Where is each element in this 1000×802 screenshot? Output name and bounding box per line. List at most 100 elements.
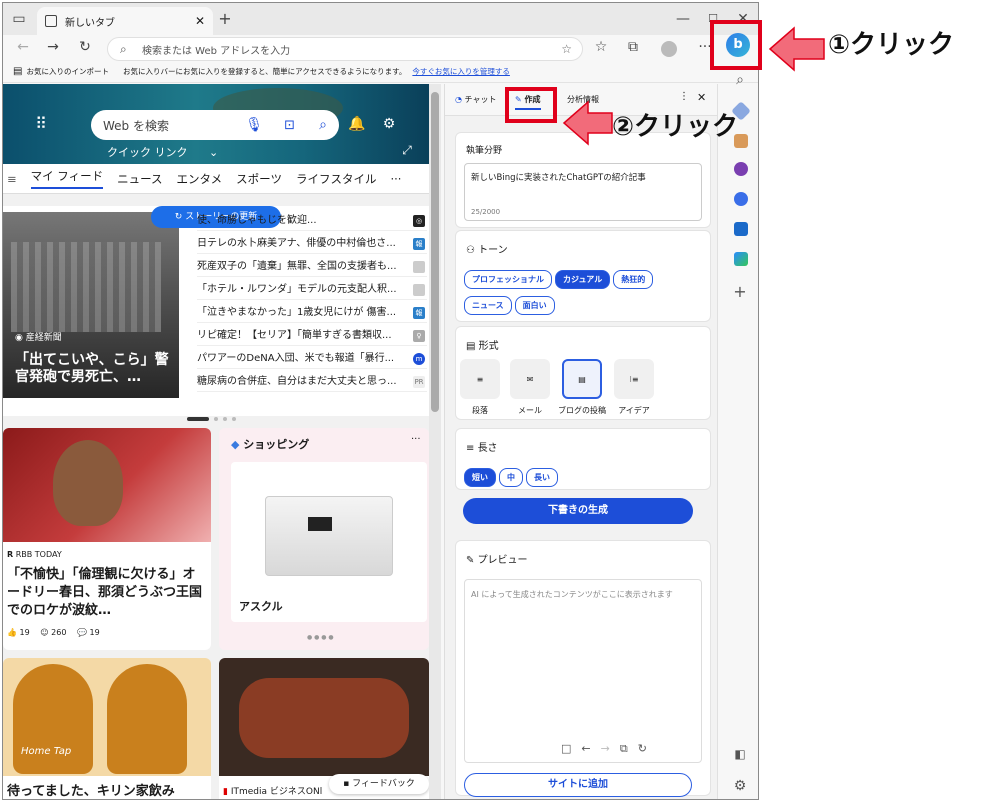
format-email[interactable]: ✉ メール	[508, 359, 552, 416]
profile-avatar[interactable]	[661, 41, 677, 57]
expand-icon[interactable]: ⤢	[397, 140, 417, 160]
tab-new-tab[interactable]: 新しいタブ ✕	[37, 7, 213, 35]
length-long[interactable]: 長い	[526, 468, 558, 487]
feed-tab-news[interactable]: ニュース	[117, 171, 162, 187]
tone-news[interactable]: ニュース	[464, 296, 512, 315]
headline-item[interactable]: パワアーのDeNA入団、米でも報道「暴行... m	[197, 349, 427, 369]
feed-scrollbar[interactable]	[429, 84, 441, 799]
favbar-manage-link[interactable]: 今すぐお気に入りを管理する	[412, 66, 510, 77]
forward-icon[interactable]: →	[43, 37, 63, 57]
tone-enthusiastic[interactable]: 熱狂的	[613, 270, 654, 289]
redo-icon[interactable]: →	[601, 742, 620, 755]
format-blog-label: ブログの投稿	[558, 406, 606, 415]
feedback-button[interactable]: ▪ フィードバック	[329, 774, 429, 794]
feed-tab-my-feed[interactable]: マイ フィード	[30, 168, 104, 189]
tone-funny[interactable]: 面白い	[514, 296, 555, 315]
headline-item[interactable]: 死産双子の「遺棄」無罪、全国の支援者も...	[197, 257, 427, 277]
preview-area[interactable]: AI によって生成されたコンテンツがここに表示されます □←→⧉↻	[464, 579, 702, 763]
notifications-icon[interactable]: 🔔	[347, 114, 367, 134]
tone-casual[interactable]: カジュアル	[555, 270, 611, 289]
outlook-icon[interactable]	[734, 222, 748, 236]
preview-label: プレビュー	[477, 555, 528, 566]
headline-item[interactable]: リピ確定！【セリア】「簡単すぎる書類収... ♀	[197, 326, 427, 346]
generate-draft-button[interactable]: 下書きの生成	[463, 498, 693, 524]
tab-actions-icon[interactable]: ▭	[9, 9, 29, 29]
comment-icon[interactable]: 💬	[77, 628, 87, 637]
visual-search-icon[interactable]: ⊡	[284, 118, 295, 133]
news-card-kirin[interactable]: Home Tap 待ってました、キリン家飲み	[3, 658, 211, 799]
address-bar[interactable]: ⌕ 検索または Web アドレスを入力 ☆	[107, 37, 583, 61]
highlight-box-compose	[505, 87, 557, 123]
drop-icon[interactable]	[734, 252, 748, 266]
add-favorite-icon[interactable]: ☆	[561, 42, 572, 56]
search-icon[interactable]: ⌕	[319, 117, 327, 133]
format-blog-post[interactable]: ▤ ブログの投稿	[556, 359, 608, 416]
format-paragraph[interactable]: ≡ 段落	[458, 359, 502, 416]
settings-gear-icon[interactable]: ⚙	[379, 114, 399, 134]
card-title: 待ってました、キリン家飲み	[3, 776, 211, 799]
apps-grid-icon[interactable]: ⠿	[31, 114, 51, 134]
tone-professional[interactable]: プロフェッショナル	[464, 270, 552, 289]
menu-icon[interactable]: ≡	[7, 172, 17, 186]
length-medium[interactable]: 中	[499, 468, 523, 487]
back-icon[interactable]: ←	[13, 37, 33, 57]
favorites-icon[interactable]: ☆	[591, 37, 611, 57]
news-card-rbb[interactable]: R RBB TODAY 「不愉快」「倫理観に欠ける」オードリー春日、那須どうぶつ…	[3, 428, 211, 650]
sidebar-search-icon[interactable]: ⌕	[730, 70, 750, 90]
hide-sidebar-icon[interactable]: ◧	[730, 744, 750, 764]
tone-icon: ⚇	[466, 245, 479, 256]
mic-icon[interactable]: 🎙	[245, 117, 263, 133]
games-icon[interactable]	[734, 162, 748, 176]
length-header: ≡ 長さ	[466, 439, 498, 454]
topic-textarea[interactable]: 新しいBingに実装されたChatGPTの紹介記事 25/2000	[464, 163, 702, 221]
top-story-title[interactable]: 「出てこいや、こら」警官発砲で男死亡、…	[15, 352, 173, 386]
headline-item[interactable]: 「ホテル・ルワンダ」モデルの元支配人釈...	[197, 280, 427, 300]
pane-close-icon[interactable]: ✕	[697, 91, 706, 104]
headline-item[interactable]: 日テレの水卜麻美アナ、俳優の中村倫也さ... 報	[197, 234, 427, 254]
add-to-site-button[interactable]: サイトに追加	[464, 773, 692, 797]
feed-search-box[interactable]: Web を検索 🎙 ⊡ ⌕	[91, 110, 339, 140]
add-sidebar-app-icon[interactable]: +	[730, 282, 750, 302]
headline-item[interactable]: 「泣きやまなかった」1歳女児にけが 傷害... 報	[197, 303, 427, 323]
refresh-icon[interactable]: ↻	[75, 37, 95, 57]
collections-icon[interactable]: ⧉	[623, 37, 643, 57]
top-story-source: ◉ 産経新聞	[15, 330, 62, 343]
length-short[interactable]: 短い	[464, 468, 496, 487]
headline-item[interactable]: 糖尿病の合併症、自分はまだ大丈夫と思っ... PR	[197, 372, 427, 392]
scrollbar-thumb[interactable]	[431, 92, 439, 412]
tab-chat[interactable]: ◔ チャット	[455, 94, 496, 105]
product-panel[interactable]: アスクル	[231, 462, 427, 622]
new-tab-plus-icon[interactable]: +	[215, 9, 235, 29]
regenerate-icon[interactable]: ↻	[638, 742, 657, 755]
feed-tab-lifestyle[interactable]: ライフスタイル	[296, 171, 377, 187]
carousel-dots[interactable]: ● ● ● ●	[307, 634, 334, 641]
carousel-dots[interactable]	[187, 406, 245, 440]
top-story-image[interactable]: ◉ 産経新聞 「出てこいや、こら」警官発砲で男死亡、…	[3, 212, 179, 398]
copy-icon[interactable]: ⧉	[620, 742, 638, 755]
feed-tab-sports[interactable]: スポーツ	[236, 171, 282, 187]
close-tab-icon[interactable]: ✕	[195, 14, 205, 28]
feed-tab-more[interactable]: ···	[390, 172, 401, 186]
card-reactions: 👍 19 ☺ 260 💬 19	[7, 628, 100, 637]
undo-icon[interactable]: ←	[581, 742, 600, 755]
format-ideas[interactable]: ⁝≡ アイデア	[612, 359, 656, 416]
office-icon[interactable]	[734, 192, 748, 206]
import-icon: ▤	[13, 66, 23, 77]
sidebar-settings-icon[interactable]: ⚙	[730, 776, 750, 796]
quick-links-toggle[interactable]: クイック リンク ⌄	[107, 144, 218, 160]
favbar-import[interactable]: お気に入りのインポート	[26, 66, 109, 77]
minimize-icon[interactable]: —	[673, 9, 693, 29]
like-icon[interactable]: 👍	[7, 628, 17, 637]
shopping-card[interactable]: ◆ ショッピング ··· アスクル ● ● ● ●	[219, 428, 429, 650]
headline-text: 「ホテル・ルワンダ」モデルの元支配人釈...	[197, 284, 397, 295]
reaction-icon[interactable]: ☺	[40, 628, 48, 637]
stop-icon[interactable]: □	[561, 742, 581, 755]
feed-tab-entertainment[interactable]: エンタメ	[177, 171, 223, 187]
source-icon: ◎	[413, 215, 425, 227]
source-icon	[413, 261, 425, 273]
pane-more-icon[interactable]: ⋮	[679, 91, 689, 102]
headline-item[interactable]: 使、命勝しゃもじを歓迎... ◎	[197, 211, 427, 231]
refresh-small-icon: ↻	[174, 212, 186, 222]
more-options-icon[interactable]: ···	[411, 434, 421, 445]
chevron-down-icon: ⌄	[209, 146, 219, 159]
